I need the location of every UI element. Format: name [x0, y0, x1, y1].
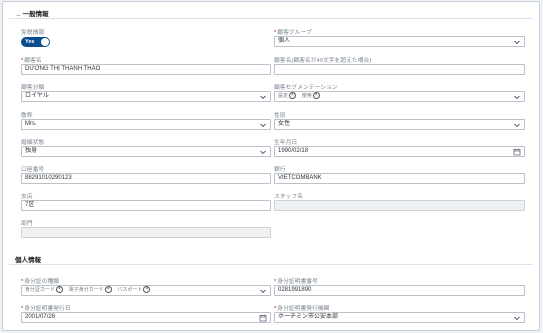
- toggle-knob: [41, 38, 49, 46]
- calendar-icon[interactable]: [259, 314, 267, 322]
- account-number-label: 口座番号: [21, 167, 45, 173]
- close-circle-icon[interactable]: ×: [143, 286, 151, 294]
- id-issue-date-label: *身分証明書発行日: [21, 306, 71, 312]
- customer-group-select[interactable]: 個人: [274, 36, 525, 47]
- id-issuer-label: *身分証明書発行機関: [274, 306, 330, 312]
- staff-name-input: [274, 200, 525, 211]
- marital-status-label: 婚姻状態: [21, 140, 45, 146]
- title-label: 敬称: [21, 113, 33, 119]
- customer-name-input[interactable]: DƯƠNG THỊ THANH THẢO: [21, 64, 271, 75]
- close-circle-icon[interactable]: ×: [56, 286, 64, 294]
- id-number-input[interactable]: 0281991890: [274, 285, 525, 296]
- customer-name-label: *顧客名: [21, 58, 42, 64]
- section-divider: [9, 264, 533, 265]
- chevron-down-icon: [513, 314, 521, 322]
- staff-name-label: スタッフ名: [274, 194, 303, 200]
- calendar-icon[interactable]: [513, 148, 521, 156]
- customer-name-alt-input[interactable]: [274, 64, 525, 75]
- id-issue-date-value: 2001/07/26: [25, 314, 56, 320]
- id-issuer-value: ホーチミン市公安本部: [278, 314, 339, 320]
- chevron-down-icon: [513, 121, 521, 129]
- id-issue-date-input[interactable]: 2001/07/26: [21, 312, 271, 323]
- branch-input[interactable]: 7区: [21, 200, 271, 211]
- id-type-chip: パスポート ×: [117, 286, 151, 295]
- customer-class-select[interactable]: ロイヤル: [21, 91, 271, 102]
- birth-date-input[interactable]: 1990/02/18: [274, 146, 525, 157]
- birth-date-value: 1990/02/18: [278, 148, 309, 154]
- branch-label: 支店: [21, 194, 33, 200]
- marital-status-select[interactable]: 独身: [21, 146, 271, 157]
- customer-class-value: ロイヤル: [25, 93, 49, 99]
- tax-exempt-label: 免税情報: [21, 30, 45, 36]
- department-label: 部門: [21, 221, 33, 227]
- title-select[interactable]: Mrs.: [21, 119, 271, 130]
- customer-form: → 一般情報 免税情報 Yes *顧客グループ 個人 *顧客名 DƯƠNG TH…: [2, 1, 540, 331]
- segment-chip: 使用 ×: [302, 92, 320, 101]
- customer-name-value: DƯƠNG THỊ THANH THẢO: [25, 66, 101, 72]
- customer-group-value: 個人: [278, 38, 291, 44]
- id-type-multiselect[interactable]: 身分証カード × 電子身分カード × パスポート ×: [21, 285, 271, 296]
- account-number-input[interactable]: 88291010290123: [21, 173, 271, 184]
- gender-select[interactable]: 女性: [274, 119, 525, 130]
- birth-date-label: 生年月日: [274, 140, 298, 146]
- close-circle-icon[interactable]: ×: [104, 286, 112, 294]
- toggle-value: Yes: [25, 39, 35, 45]
- section-title-personal: 個人情報: [15, 257, 41, 264]
- account-number-value: 88291010290123: [25, 175, 72, 181]
- tax-exempt-toggle[interactable]: Yes: [21, 37, 50, 47]
- close-circle-icon[interactable]: ×: [312, 92, 320, 100]
- department-input: [21, 227, 271, 238]
- bank-value: VIETCOMBANK: [278, 175, 322, 181]
- gender-label: 性別: [274, 113, 286, 119]
- title-value: Mrs.: [25, 121, 37, 127]
- section-divider: [9, 18, 533, 19]
- id-type-chip: 身分証カード ×: [25, 286, 64, 295]
- id-type-chip: 電子身分カード ×: [69, 286, 112, 295]
- bank-input[interactable]: VIETCOMBANK: [274, 173, 525, 184]
- chevron-down-icon: [259, 93, 267, 101]
- id-issuer-select[interactable]: ホーチミン市公安本部: [274, 312, 525, 323]
- chevron-down-icon: [259, 287, 267, 295]
- gender-value: 女性: [278, 121, 291, 127]
- segment-chip: 設定 ×: [278, 92, 297, 101]
- customer-segment-multiselect[interactable]: 設定 × 使用 ×: [274, 91, 525, 102]
- chevron-down-icon: [513, 93, 521, 101]
- section-title-general: → 一般情報: [15, 11, 49, 18]
- id-number-value: 0281991890: [278, 287, 312, 293]
- id-number-label: *身分証明書番号: [274, 279, 318, 285]
- bank-label: 銀行: [274, 167, 286, 173]
- close-circle-icon[interactable]: ×: [289, 92, 297, 100]
- branch-value: 7区: [25, 202, 35, 208]
- customer-group-label: *顧客グループ: [274, 30, 312, 36]
- chevron-down-icon: [259, 121, 267, 129]
- chevron-down-icon: [513, 38, 521, 46]
- customer-segment-label: 顧客セグメンテーション: [274, 85, 338, 91]
- chevron-down-icon: [259, 148, 267, 156]
- customer-class-label: 顧客分類: [21, 85, 45, 91]
- id-type-label: *身分証の種類: [21, 279, 60, 285]
- marital-status-value: 独身: [25, 148, 38, 154]
- customer-name-alt-label: 顧客名(顧客名が40文字を超えた場合): [274, 58, 372, 64]
